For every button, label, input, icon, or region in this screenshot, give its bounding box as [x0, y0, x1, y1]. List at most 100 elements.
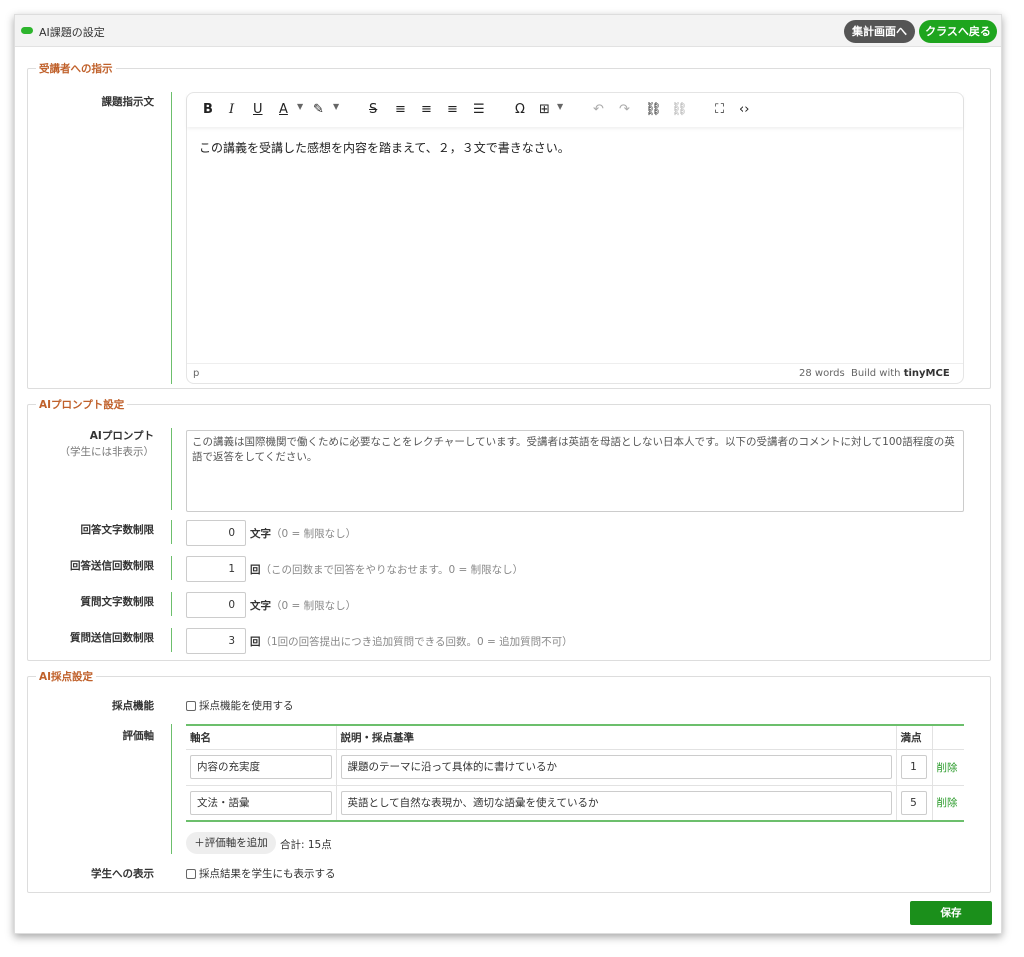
highlight-icon[interactable]: ✎	[313, 101, 324, 119]
table-row: 文法・語彙 英語として自然な表現か、適切な語彙を使えているか 5 削除	[186, 785, 964, 822]
align-left-icon[interactable]: ≡	[395, 101, 406, 119]
link-icon[interactable]: ⛓	[645, 101, 662, 119]
field-divider	[171, 556, 172, 580]
answer-submit-limit-unit: 回（この回数まで回答をやりなおせます。0 = 制限なし）	[250, 562, 523, 577]
add-eval-axis-button[interactable]: ＋評価軸を追加	[186, 832, 276, 854]
prompt-sublabel: （学生には非表示）	[59, 446, 155, 458]
table-cell: 内容の充実度	[186, 749, 337, 786]
underline-icon[interactable]: U	[253, 101, 263, 119]
hint-text: （1回の回答提出につき追加質問できる回数。0 = 追加質問不可）	[260, 636, 573, 648]
rich-text-editor[interactable]: B I U A ▼ ✎ ▼ S ≡ ≡ ≡ ☰ Ω ⊞ ▼ ↶ ↷ ⛓ ⛓ ⛶	[186, 92, 964, 384]
bold-icon[interactable]: B	[203, 101, 213, 119]
answer-char-limit-unit: 文字（0 = 制限なし）	[250, 526, 356, 541]
question-submit-limit-input[interactable]: 3	[186, 628, 246, 654]
table-row: 内容の充実度 課題のテーマに沿って具体的に書けているか 1 削除	[186, 749, 964, 786]
align-center-icon[interactable]: ≡	[421, 101, 432, 119]
table-cell: 課題のテーマに沿って具体的に書けているか	[336, 749, 897, 786]
unlink-icon[interactable]: ⛓	[671, 101, 688, 119]
strikethrough-icon[interactable]: S	[369, 101, 377, 119]
grading-section: AI採点設定 採点機能 採点機能を使用する 評価軸 軸名 説明・採点基準 満点 …	[27, 669, 991, 893]
back-to-class-button[interactable]: クラスへ戻る	[919, 20, 997, 43]
source-code-icon[interactable]: ‹›	[739, 101, 749, 119]
editor-content[interactable]: この講義を受講した感想を内容を踏まえて、２，３文で書きなさい。	[199, 139, 570, 156]
align-right-icon[interactable]: ≡	[447, 101, 458, 119]
answer-char-limit-label: 回答文字数制限	[80, 524, 155, 536]
score-total: 合計: 15点	[280, 839, 332, 851]
axis-criteria-input[interactable]: 英語として自然な表現か、適切な語彙を使えているか	[340, 790, 892, 815]
table-cell: 削除	[932, 785, 964, 822]
italic-icon[interactable]: I	[229, 101, 234, 119]
word-count[interactable]: 28 words	[799, 368, 845, 379]
grading-legend: AI採点設定	[39, 671, 94, 683]
hint-text: （0 = 制限なし）	[271, 528, 357, 540]
justify-icon[interactable]: ☰	[473, 101, 485, 119]
instruction-label: 課題指示文	[101, 96, 155, 108]
fullscreen-icon[interactable]: ⛶	[715, 101, 724, 119]
display-to-students-label: 学生への表示	[91, 868, 154, 880]
unit-text: 文字	[250, 600, 271, 612]
grading-feature-checkbox[interactable]	[186, 701, 196, 711]
unit-text: 回	[250, 636, 261, 648]
display-to-students-checkbox-label[interactable]: 採点結果を学生にも表示する	[199, 866, 336, 881]
field-divider	[171, 628, 172, 652]
settings-window: AI課題の設定 集計画面へ クラスへ戻る 受講者への指示 課題指示文 B I U…	[14, 14, 1002, 934]
axis-score-input[interactable]: 1	[900, 755, 927, 779]
eval-axes-table: 軸名 説明・採点基準 満点 内容の充実度 課題のテーマに沿って具体的に書けている…	[186, 724, 964, 822]
save-button[interactable]: 保存	[910, 901, 992, 925]
title-bar: AI課題の設定 集計画面へ クラスへ戻る	[15, 15, 1001, 47]
answer-char-limit-input[interactable]: 0	[186, 520, 246, 546]
column-header	[932, 725, 964, 750]
display-to-students-checkbox[interactable]	[186, 869, 196, 879]
field-divider	[171, 520, 172, 544]
table-icon[interactable]: ⊞	[539, 101, 550, 119]
column-header: 満点	[896, 725, 933, 750]
question-char-limit-input[interactable]: 0	[186, 592, 246, 618]
tinymce-branding[interactable]: Build with tinyMCE	[851, 368, 950, 379]
delete-axis-link[interactable]: 削除	[937, 762, 958, 774]
editor-toolbar: B I U A ▼ ✎ ▼ S ≡ ≡ ≡ ☰ Ω ⊞ ▼ ↶ ↷ ⛓ ⛓ ⛶	[187, 93, 963, 127]
axis-criteria-input[interactable]: 課題のテーマに沿って具体的に書けているか	[340, 755, 892, 779]
field-divider	[171, 724, 172, 854]
table-cell: 削除	[932, 749, 964, 786]
field-divider	[171, 428, 172, 510]
axis-name-input[interactable]: 内容の充実度	[190, 755, 332, 779]
text-color-icon[interactable]: A	[279, 101, 288, 119]
hint-text: （0 = 制限なし）	[271, 600, 357, 612]
axis-score-input[interactable]: 5	[900, 790, 927, 815]
unit-text: 文字	[250, 528, 271, 540]
prompt-settings-legend: AIプロンプト設定	[39, 399, 125, 411]
field-divider	[171, 92, 172, 384]
chevron-down-icon[interactable]: ▼	[297, 102, 303, 111]
answer-submit-limit-label: 回答送信回数制限	[70, 560, 154, 572]
redo-icon[interactable]: ↷	[619, 101, 630, 119]
special-char-icon[interactable]: Ω	[515, 101, 525, 119]
chevron-down-icon[interactable]: ▼	[333, 102, 339, 111]
answer-submit-limit-input[interactable]: 1	[186, 556, 246, 582]
field-divider	[171, 592, 172, 616]
instructions-section: 受講者への指示 課題指示文 B I U A ▼ ✎ ▼ S ≡ ≡ ≡ ☰ Ω …	[27, 61, 991, 389]
prompt-label: AIプロンプト	[89, 430, 154, 442]
question-char-limit-unit: 文字（0 = 制限なし）	[250, 598, 356, 613]
build-prefix: Build with	[851, 368, 901, 379]
axis-name-input[interactable]: 文法・語彙	[190, 790, 332, 815]
table-cell: 1	[896, 749, 933, 786]
page-title: AI課題の設定	[39, 26, 105, 39]
question-submit-limit-unit: 回（1回の回答提出につき追加質問できる回数。0 = 追加質問不可）	[250, 634, 573, 649]
table-cell: 5	[896, 785, 933, 822]
table-header-row: 軸名 説明・採点基準 満点	[186, 725, 964, 750]
eval-axes-label: 評価軸	[122, 730, 155, 742]
instructions-legend: 受講者への指示	[39, 63, 113, 75]
summary-button[interactable]: 集計画面へ	[844, 20, 915, 43]
delete-axis-link[interactable]: 削除	[937, 797, 958, 809]
tinymce-logo: tinyMCE	[903, 368, 950, 379]
column-header: 軸名	[186, 725, 337, 750]
prompt-textarea[interactable]: この講義は国際機関で働くために必要なことをレクチャーしています。受講者は英語を母…	[186, 430, 964, 512]
grading-feature-checkbox-label[interactable]: 採点機能を使用する	[199, 698, 294, 713]
chevron-down-icon[interactable]: ▼	[557, 102, 563, 111]
grading-feature-label: 採点機能	[112, 700, 154, 712]
question-char-limit-label: 質問文字数制限	[80, 596, 155, 608]
undo-icon[interactable]: ↶	[593, 101, 604, 119]
table-cell: 英語として自然な表現か、適切な語彙を使えているか	[336, 785, 897, 822]
editor-statusbar: p 28 words Build with tinyMCE	[187, 363, 963, 383]
element-path[interactable]: p	[193, 368, 199, 379]
